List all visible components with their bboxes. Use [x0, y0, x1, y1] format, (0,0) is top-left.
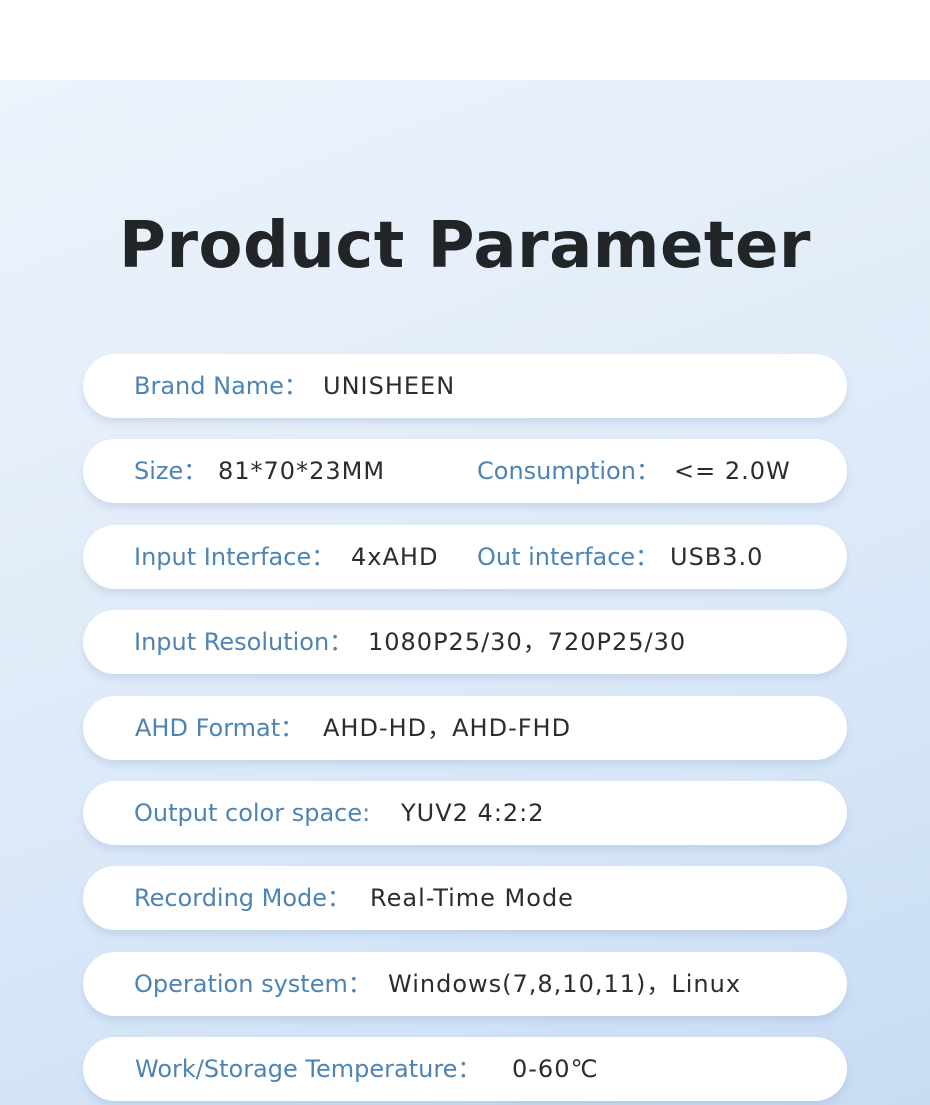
color-space-value: YUV2 4:2:2 [401, 799, 545, 827]
input-resolution-label: Input Resolution： [134, 628, 354, 656]
ahd-format-value: AHD-HD，AHD-FHD [323, 714, 572, 742]
top-white-band [0, 0, 930, 80]
page-title: Product Parameter [119, 209, 811, 283]
param-row-interfaces: Input Interface： 4xAHD Out interface： US… [83, 525, 847, 589]
input-resolution-value: 1080P25/30，720P25/30 [368, 628, 687, 656]
os-value: Windows(7,8,10,11)，Linux [388, 970, 742, 998]
param-row-input-resolution: Input Resolution： 1080P25/30，720P25/30 [83, 610, 847, 674]
param-row-temperature: Work/Storage Temperature： 0-60℃ [83, 1037, 847, 1101]
temperature-label: Work/Storage Temperature： [135, 1055, 482, 1083]
consumption-value: <= 2.0W [674, 457, 791, 485]
out-interface-label: Out interface： [477, 543, 660, 571]
temperature-value: 0-60℃ [512, 1055, 599, 1083]
input-interface-value: 4xAHD [351, 543, 439, 571]
recording-mode-label: Recording Mode： [134, 884, 352, 912]
size-label: Size： [134, 457, 208, 485]
param-row-size-consumption: Size： 81*70*23MM Consumption： <= 2.0W [83, 439, 847, 503]
recording-mode-value: Real-Time Mode [370, 884, 574, 912]
param-row-os: Operation system： Windows(7,8,10,11)，Lin… [83, 952, 847, 1016]
param-row-recording-mode: Recording Mode： Real-Time Mode [83, 866, 847, 930]
input-interface-label: Input Interface： [134, 543, 336, 571]
ahd-format-label: AHD Format： [135, 714, 305, 742]
os-label: Operation system： [134, 970, 372, 998]
brand-label: Brand Name： [134, 372, 308, 400]
param-row-color-space: Output color space: YUV2 4:2:2 [83, 781, 847, 845]
param-row-ahd-format: AHD Format： AHD-HD，AHD-FHD [83, 696, 847, 760]
color-space-label: Output color space: [134, 799, 371, 827]
size-value: 81*70*23MM [218, 457, 386, 485]
consumption-label: Consumption： [477, 457, 660, 485]
param-row-brand: Brand Name： UNISHEEN [83, 354, 847, 418]
out-interface-value: USB3.0 [670, 543, 764, 571]
brand-value: UNISHEEN [323, 372, 456, 400]
